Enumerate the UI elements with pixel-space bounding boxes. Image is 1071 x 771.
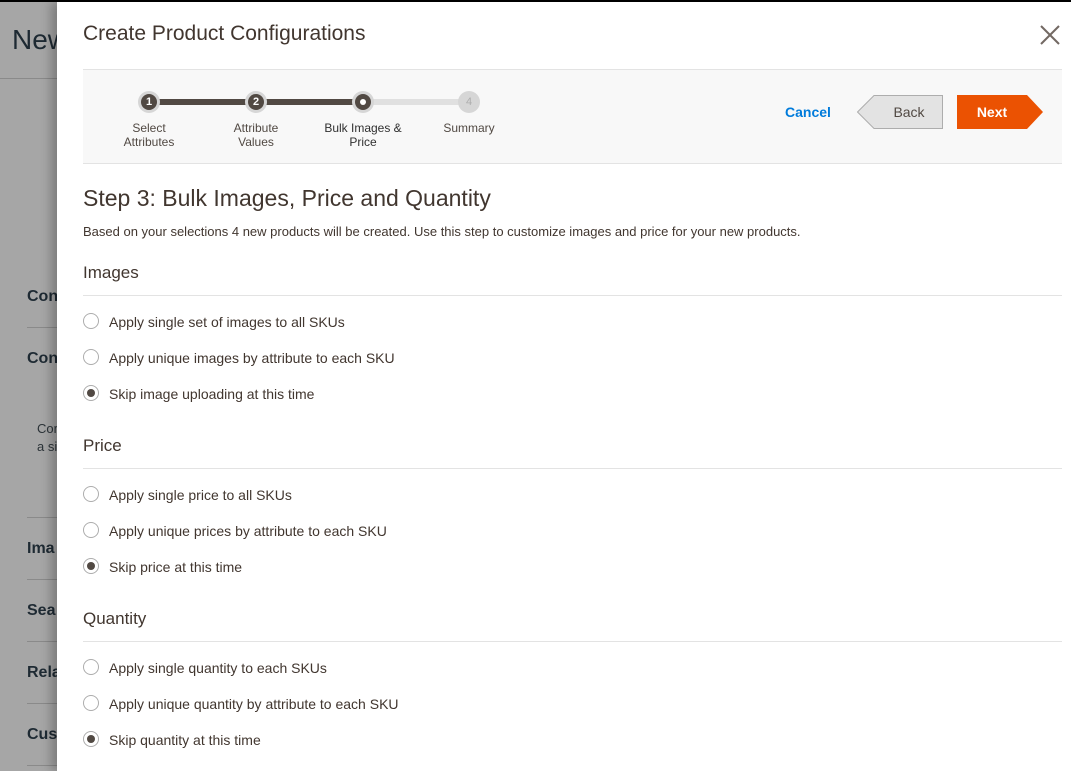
radio-label: Apply unique prices by attribute to each…	[109, 523, 387, 539]
next-button-label: Next	[976, 104, 1008, 120]
step-description: Based on your selections 4 new products …	[83, 224, 801, 239]
cancel-button[interactable]: Cancel	[785, 104, 831, 120]
step-2-indicator[interactable]: 2	[245, 91, 267, 113]
background-section-3: Ima	[27, 540, 55, 557]
price-section-divider	[83, 468, 1062, 469]
step-4-label-line-1: Summary	[443, 121, 495, 135]
step-2-label-line-1: Attribute	[233, 121, 279, 135]
progress-track-done	[256, 99, 363, 105]
modal-title: Create Product Configurations	[83, 22, 366, 45]
radio-label: Apply unique images by attribute to each…	[109, 350, 395, 366]
images-section-divider	[83, 295, 1062, 296]
back-button[interactable]: Back	[857, 95, 943, 129]
radio-label: Apply single quantity to each SKUs	[109, 660, 327, 676]
wizard-navigation: 1 Select Attributes 2 Attribute Values B…	[83, 69, 1062, 164]
step-4-number: 4	[461, 94, 477, 110]
step-2-label-line-2: Values	[238, 135, 274, 149]
background-note-line-2: a si	[37, 439, 58, 454]
radio-button[interactable]	[83, 695, 99, 711]
back-button-label: Back	[893, 104, 925, 120]
quantity-section-divider	[83, 641, 1062, 642]
step-4-label: Summary	[419, 121, 519, 135]
radio-label: Apply single price to all SKUs	[109, 487, 292, 503]
background-section-1: Con	[27, 288, 59, 305]
quantity-section-title: Quantity	[83, 609, 147, 628]
step-3-label-line-2: Price	[349, 135, 377, 149]
progress-track-todo	[363, 99, 469, 105]
step-heading: Step 3: Bulk Images, Price and Quantity	[83, 185, 491, 211]
radio-button[interactable]	[83, 522, 99, 538]
wizard-steps: 1 Select Attributes 2 Attribute Values B…	[83, 70, 543, 165]
progress-track-done	[149, 99, 256, 105]
step-4-indicator: 4	[458, 91, 480, 113]
radio-button[interactable]	[83, 313, 99, 329]
background-section-6: Cus	[27, 726, 58, 743]
radio-label: Skip quantity at this time	[109, 732, 261, 748]
create-product-configurations-modal: Create Product Configurations 1 Select A…	[57, 2, 1071, 771]
close-x-icon	[1040, 25, 1060, 45]
radio-label: Skip price at this time	[109, 559, 243, 575]
step-1-number: 1	[141, 94, 157, 110]
radio-button[interactable]	[83, 349, 99, 365]
radio-button-checked[interactable]	[83, 558, 99, 574]
background-section-5: Rela	[27, 664, 61, 681]
radio-label: Skip image uploading at this time	[109, 386, 315, 402]
step-1-indicator[interactable]: 1	[138, 91, 160, 113]
radio-label: Apply unique quantity by attribute to ea…	[109, 696, 399, 712]
step-3-label: Bulk Images & Price	[313, 121, 413, 149]
images-section-title: Images	[83, 263, 139, 282]
step-2-label[interactable]: Attribute Values	[206, 121, 306, 149]
close-button[interactable]	[1037, 22, 1063, 48]
radio-button-checked[interactable]	[83, 385, 99, 401]
background-section-2: Con	[27, 350, 59, 367]
next-button[interactable]: Next	[957, 95, 1043, 129]
step-2-number: 2	[248, 94, 264, 110]
radio-button[interactable]	[83, 659, 99, 675]
radio-label: Apply single set of images to all SKUs	[109, 314, 345, 330]
price-section-title: Price	[83, 436, 122, 455]
step-3-indicator	[352, 91, 374, 113]
step-3-label-line-1: Bulk Images &	[324, 121, 402, 135]
background-divider	[0, 78, 60, 79]
radio-button[interactable]	[83, 486, 99, 502]
background-section-4: Sea	[27, 602, 56, 619]
radio-button-checked[interactable]	[83, 731, 99, 747]
step-1-label-line-1: Select	[132, 121, 166, 135]
step-1-label[interactable]: Select Attributes	[99, 121, 199, 149]
top-border	[0, 0, 1071, 2]
step-3-current-dot	[355, 94, 371, 110]
background-note-line-1: Cor	[37, 421, 58, 436]
step-1-label-line-2: Attributes	[123, 135, 175, 149]
